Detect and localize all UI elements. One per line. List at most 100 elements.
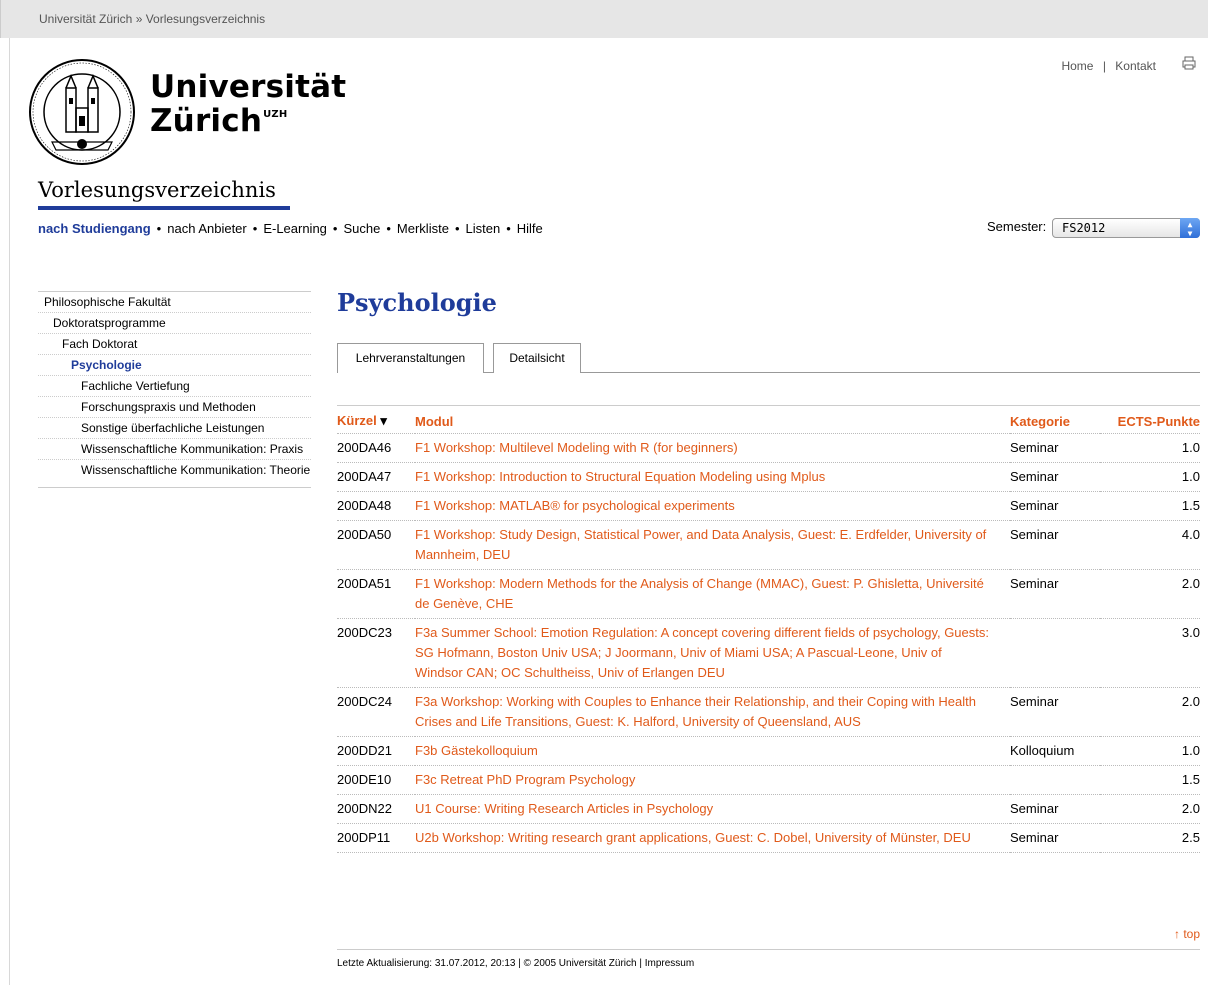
row-category [1010,618,1100,688]
row-code: 200DA51 [337,569,415,619]
sidebar-item-doktoratsprogramme[interactable]: Doktoratsprogramme [38,313,311,334]
row-ects: 1.5 [1100,765,1200,795]
row-ects: 2.5 [1100,823,1200,853]
table-row: 200DA47 F1 Workshop: Introduction to Stru… [337,462,1200,492]
row-code: 200DN22 [337,794,415,824]
row-category: Seminar [1010,794,1100,824]
nav-merkliste[interactable]: Merkliste [397,221,449,236]
wordmark-uzh: UZH [263,109,288,120]
sidebar-item-forschungspraxis[interactable]: Forschungspraxis und Methoden [38,397,311,418]
nav-separator: • [252,221,258,236]
table-top-rule [337,405,1200,406]
sort-arrow-icon: ▾ [380,413,387,428]
sidebar-item-philosophische-fakultaet[interactable]: Philosophische Fakultät [38,292,311,313]
row-ects: 2.0 [1100,569,1200,619]
kontakt-link[interactable]: Kontakt [1115,59,1156,73]
wordmark-zurich: Zürich [150,103,263,139]
semester-value: FS2012 [1062,221,1106,235]
wordmark-line1: Universität [150,69,347,105]
row-module-link[interactable]: F3a Summer School: Emotion Regulation: A… [415,618,1010,688]
row-module-link[interactable]: F1 Workshop: Study Design, Statistical P… [415,520,1010,570]
row-category: Seminar [1010,520,1100,570]
row-module-link[interactable]: F1 Workshop: MATLAB® for psychological e… [415,491,1010,521]
header-kategorie[interactable]: Kategorie [1010,408,1100,434]
semester-select[interactable]: FS2012 ▲ ▼ [1052,218,1200,238]
row-code: 200DP11 [337,823,415,853]
row-module-link[interactable]: U1 Course: Writing Research Articles in … [415,794,1010,824]
header-modul[interactable]: Modul [415,408,1010,434]
nav-hilfe[interactable]: Hilfe [517,221,543,236]
row-category: Seminar [1010,433,1100,463]
print-icon[interactable] [1181,55,1197,71]
table-row: 200DP11 U2b Workshop: Writing research gr… [337,823,1200,853]
row-category: Kolloquium [1010,736,1100,766]
nav-e-learning[interactable]: E-Learning [263,221,327,236]
row-code: 200DA47 [337,462,415,492]
nav-separator: • [332,221,338,236]
row-module-link[interactable]: F1 Workshop: Multilevel Modeling with R … [415,433,1010,463]
row-code: 200DA48 [337,491,415,521]
tab-lehrveranstaltungen[interactable]: Lehrveranstaltungen [337,343,484,373]
table-header-row: Kürzel ▾ Modul Kategorie ECTS-Punkte [337,408,1200,434]
nav-listen[interactable]: Listen [466,221,501,236]
header-kuerzel[interactable]: Kürzel ▾ [337,408,415,434]
top-bar: Universität Zürich » Vorlesungsverzeichn… [0,0,1208,38]
footer-text: Letzte Aktualisierung: 31.07.2012, 20:13… [337,958,695,969]
nav-nach-studiengang[interactable]: nach Studiengang [38,221,151,236]
row-ects: 2.0 [1100,794,1200,824]
sidebar-item-kommunikation-praxis[interactable]: Wissenschaftliche Kommunikation: Praxis [38,439,311,460]
row-code: 200DC24 [337,687,415,737]
table-row: 200DA48 F1 Workshop: MATLAB® for psycholo… [337,491,1200,521]
page-left-border [9,38,10,985]
sidebar-item-fachliche-vertiefung[interactable]: Fachliche Vertiefung [38,376,311,397]
sidebar-item-fach-doktorat[interactable]: Fach Doktorat [38,334,311,355]
nav-nach-anbieter[interactable]: nach Anbieter [167,221,247,236]
university-seal-logo[interactable] [28,58,136,166]
table-row: 200DC23 F3a Summer School: Emotion Regula… [337,618,1200,688]
top-links: Home | Kontakt [1061,59,1156,73]
row-ects: 4.0 [1100,520,1200,570]
row-category: Seminar [1010,687,1100,737]
wordmark-line2: ZürichUZH [150,104,346,146]
back-to-top-link[interactable]: ↑ top [1174,927,1200,941]
row-ects: 1.5 [1100,491,1200,521]
row-code: 200DE10 [337,765,415,795]
table-row: 200DN22 U1 Course: Writing Research Artic… [337,794,1200,824]
nav-separator: • [156,221,162,236]
nav-separator: • [454,221,460,236]
row-ects: 1.0 [1100,462,1200,492]
tab-detailsicht[interactable]: Detailsicht [493,343,581,373]
row-module-link[interactable]: F3c Retreat PhD Program Psychology [415,765,1010,795]
row-category: Seminar [1010,569,1100,619]
header-ects[interactable]: ECTS-Punkte [1100,408,1200,434]
row-category: Seminar [1010,823,1100,853]
table-row: 200DA46 F1 Workshop: Multilevel Modeling … [337,433,1200,463]
sidebar-tree: Philosophische Fakultät Doktoratsprogram… [38,291,311,488]
module-table: Kürzel ▾ Modul Kategorie ECTS-Punkte 200… [337,408,1200,853]
top-links-separator: | [1102,59,1106,73]
breadcrumb[interactable]: Universität Zürich » Vorlesungsverzeichn… [39,12,265,26]
sidebar-item-kommunikation-theorie[interactable]: Wissenschaftliche Kommunikation: Theorie [38,460,311,487]
row-module-link[interactable]: F1 Workshop: Modern Methods for the Anal… [415,569,1010,619]
row-module-link[interactable]: F3b Gästekolloquium [415,736,1010,766]
select-arrows-icon: ▲ ▼ [1180,218,1200,238]
home-link[interactable]: Home [1061,59,1093,73]
sidebar-item-psychologie[interactable]: Psychologie [38,355,311,376]
table-row: 200DE10 F3c Retreat PhD Program Psycholog… [337,765,1200,795]
sidebar-item-sonstige[interactable]: Sonstige überfachliche Leistungen [38,418,311,439]
header-kuerzel-label: Kürzel [337,413,377,428]
row-module-link[interactable]: U2b Workshop: Writing research grant app… [415,823,1010,853]
nav-separator: • [506,221,511,236]
table-row: 200DA50 F1 Workshop: Study Design, Statis… [337,520,1200,570]
row-code: 200DD21 [337,736,415,766]
row-module-link[interactable]: F3a Workshop: Working with Couples to En… [415,687,1010,737]
nav-suche[interactable]: Suche [343,221,380,236]
table-row: 200DA51 F1 Workshop: Modern Methods for t… [337,569,1200,619]
university-wordmark[interactable]: Universität ZürichUZH [150,70,346,146]
section-title[interactable]: Vorlesungsverzeichnis [38,178,276,202]
row-category [1010,765,1100,795]
row-category: Seminar [1010,491,1100,521]
row-code: 200DC23 [337,618,415,688]
row-ects: 2.0 [1100,687,1200,737]
row-module-link[interactable]: F1 Workshop: Introduction to Structural … [415,462,1010,492]
